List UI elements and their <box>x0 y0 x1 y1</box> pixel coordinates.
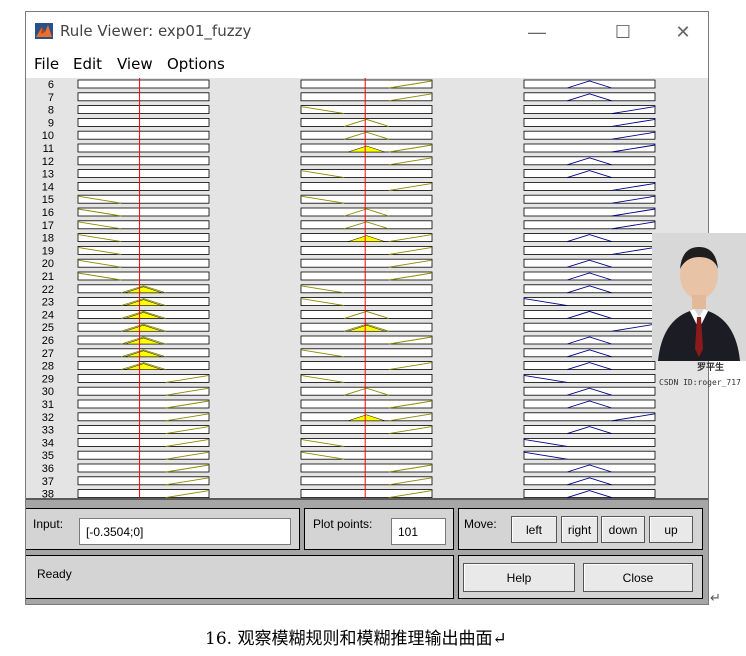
help-button[interactable]: Help <box>463 563 575 592</box>
rule-number: 34 <box>42 437 54 449</box>
menu-bar: File Edit View Options <box>26 50 708 78</box>
rule-number: 36 <box>42 463 54 475</box>
maximize-button[interactable]: ☐ <box>600 19 646 45</box>
rule-number: 27 <box>42 348 54 360</box>
move-up-button[interactable]: up <box>649 516 693 543</box>
rule-number: 7 <box>48 92 54 104</box>
minimize-icon: — <box>528 21 546 42</box>
status-text: Ready <box>37 567 72 581</box>
input1-rule-box[interactable] <box>77 130 210 140</box>
author-photo <box>652 233 746 361</box>
rule-number: 18 <box>42 233 54 245</box>
signature-text: 罗平生 <box>697 363 725 373</box>
rule-number: 22 <box>42 284 54 296</box>
input1-rule-box[interactable] <box>77 156 210 166</box>
rule-number: 25 <box>42 322 54 334</box>
return-mark-icon: ↵ <box>710 590 721 605</box>
input-frame: Input: [-0.3504;0] <box>26 508 300 550</box>
minimize-button[interactable]: — <box>514 19 560 45</box>
move-right-button[interactable]: right <box>561 516 598 543</box>
rule-number: 35 <box>42 450 54 462</box>
input1-rule-box[interactable] <box>77 143 210 153</box>
help-close-frame: Help Close <box>458 555 703 599</box>
plot-points-frame: Plot points: 101 <box>304 508 454 550</box>
input1-rule-box[interactable] <box>77 79 210 89</box>
input1-rule-box[interactable] <box>77 105 210 115</box>
rule-number: 10 <box>42 130 54 142</box>
window-title: Rule Viewer: exp01_fuzzy <box>60 22 252 40</box>
menu-edit[interactable]: Edit <box>73 55 102 73</box>
rule-number: 19 <box>42 245 54 257</box>
csdn-id-text: CSDN ID:roger_717 <box>659 378 741 387</box>
close-button[interactable]: Close <box>583 563 693 592</box>
rule-number: 33 <box>42 425 54 437</box>
move-label: Move: <box>464 517 497 531</box>
move-frame: Move: left right down up <box>458 508 703 550</box>
close-icon: ✕ <box>675 21 691 42</box>
input1-rule-box[interactable] <box>77 182 210 191</box>
rule-number: 6 <box>48 79 54 91</box>
rule-number: 13 <box>42 169 54 181</box>
rule-number: 28 <box>42 361 54 373</box>
close-window-button[interactable]: ✕ <box>660 19 706 45</box>
plot-points-label: Plot points: <box>313 517 373 531</box>
portrait-image <box>652 233 746 361</box>
rule-number: 26 <box>42 335 54 347</box>
rule-number: 15 <box>42 194 54 206</box>
control-panel: Input: [-0.3504;0] Plot points: 101 Move… <box>26 498 708 604</box>
move-left-button[interactable]: left <box>511 516 557 543</box>
figure-caption: 16. 观察模糊规则和模糊推理输出曲面↵ <box>205 629 507 649</box>
rule-number: 30 <box>42 386 54 398</box>
rule-number: 11 <box>43 143 54 155</box>
rule-number: 38 <box>42 489 54 498</box>
rule-number: 17 <box>42 220 54 232</box>
rule-number: 31 <box>42 399 54 411</box>
rule-number: 24 <box>42 309 54 321</box>
menu-options[interactable]: Options <box>167 55 225 73</box>
menu-file[interactable]: File <box>34 55 59 73</box>
title-bar[interactable]: Rule Viewer: exp01_fuzzy — ☐ ✕ <box>26 12 708 50</box>
rule-number: 9 <box>48 117 54 129</box>
input-label: Input: <box>33 517 64 531</box>
rule-number: 14 <box>42 181 54 193</box>
rule-number: 29 <box>42 373 54 385</box>
input-field[interactable]: [-0.3504;0] <box>79 518 291 545</box>
rule-number: 23 <box>42 297 54 309</box>
rule-plot-area: 6 7 8 9 10 11 12 13 14 15 16 17 18 19 20 21 22 23 24 25 26 27… <box>26 78 709 498</box>
rule-viewer-window: Rule Viewer: exp01_fuzzy — ☐ ✕ File Edit… <box>25 11 709 605</box>
menu-view[interactable]: View <box>117 55 153 73</box>
rules-plot[interactable]: 6789101112131415161718192021222324252627… <box>26 78 709 498</box>
input1-rule-box[interactable] <box>77 92 210 102</box>
rule-number: 8 <box>48 105 54 117</box>
rule-number: 21 <box>42 271 54 283</box>
move-down-button[interactable]: down <box>601 516 645 543</box>
rule-number: 20 <box>42 258 54 270</box>
plot-points-field[interactable]: 101 <box>391 518 446 545</box>
rule-number: 16 <box>42 207 54 219</box>
input1-rule-box[interactable] <box>77 118 210 127</box>
maximize-icon: ☐ <box>614 21 632 42</box>
input1-rule-box[interactable] <box>77 169 210 178</box>
status-frame: Ready <box>26 555 454 599</box>
rule-number: 12 <box>42 156 54 168</box>
rule-number: 37 <box>42 476 54 488</box>
matlab-app-icon <box>35 23 53 39</box>
rule-number: 32 <box>42 412 54 424</box>
